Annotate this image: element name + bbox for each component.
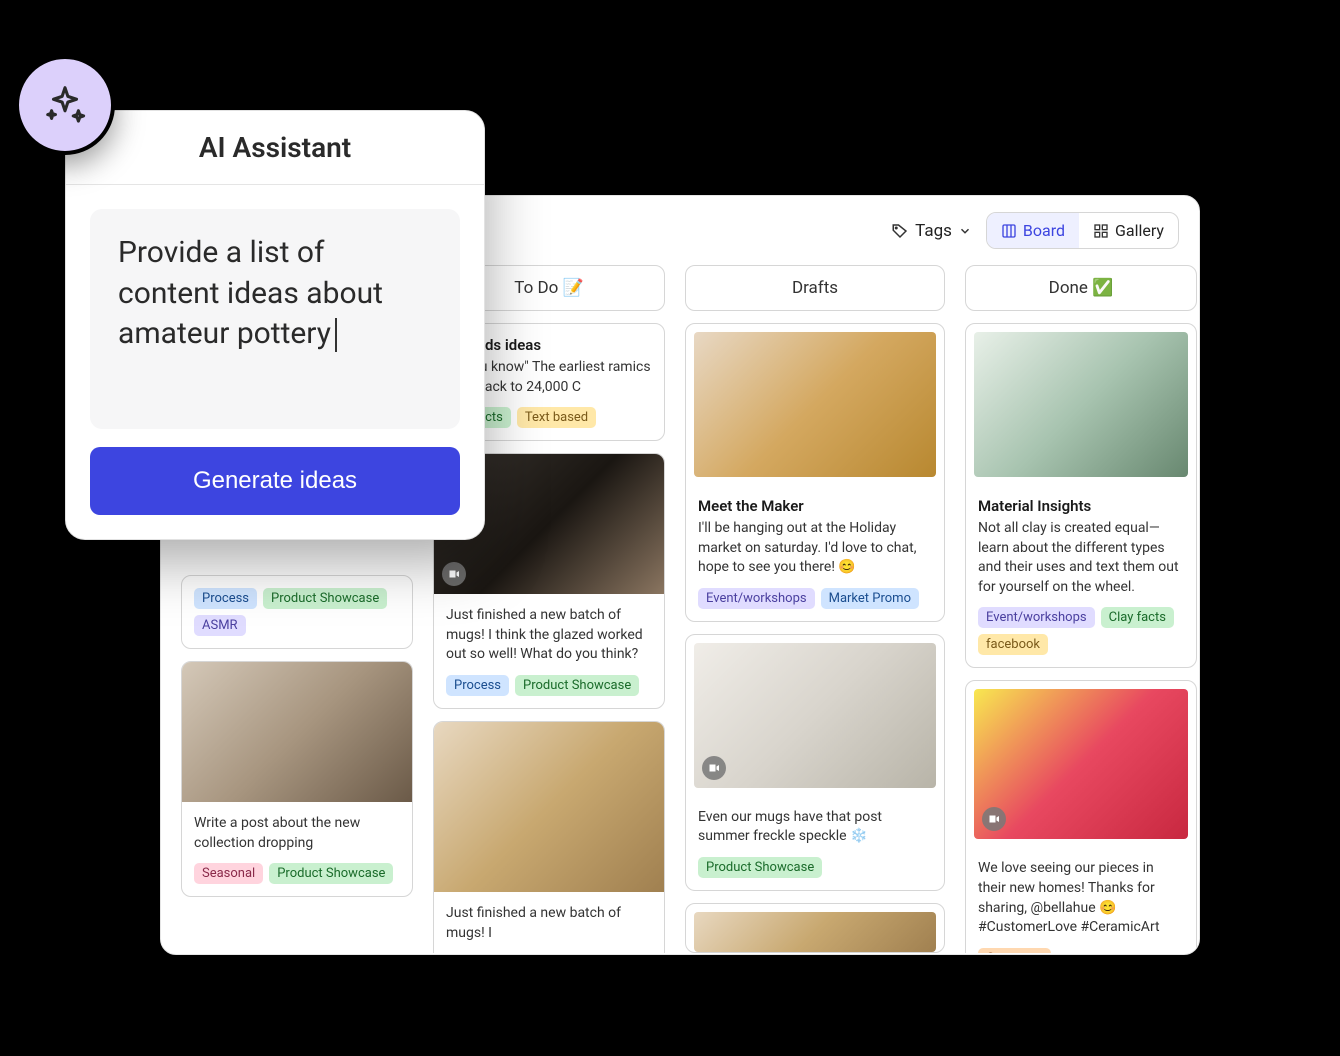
tag[interactable]: ASMR: [194, 615, 246, 636]
tags-row: Process Product Showcase ASMR: [194, 588, 400, 636]
card-text: Not all clay is created equal—learn abou…: [978, 519, 1184, 597]
sparkle-icon: [42, 82, 88, 128]
generate-ideas-button[interactable]: Generate ideas: [90, 447, 460, 515]
tag[interactable]: Event/workshops: [978, 607, 1095, 628]
card-text: Just finished a new batch of mugs! I: [446, 904, 652, 943]
tags-dropdown[interactable]: Tags: [891, 221, 972, 241]
card[interactable]: [685, 903, 945, 953]
tag-icon: [891, 222, 909, 240]
board-view-tab[interactable]: Board: [987, 213, 1079, 248]
video-icon: [982, 807, 1006, 831]
video-icon: [702, 756, 726, 780]
column-drafts: Drafts Meet the Maker I'll be hanging ou…: [685, 265, 945, 933]
card[interactable]: Write a post about the new collection dr…: [181, 661, 413, 897]
card[interactable]: Meet the Maker I'll be hanging out at th…: [685, 323, 945, 622]
tag[interactable]: Process: [194, 588, 257, 609]
card[interactable]: Even our mugs have that post summer frec…: [685, 634, 945, 891]
card-title: Material Insights: [978, 497, 1184, 515]
card-text: We love seeing our pieces in their new h…: [978, 859, 1184, 937]
gallery-view-tab[interactable]: Gallery: [1079, 213, 1178, 248]
card-text: Even our mugs have that post summer frec…: [698, 808, 932, 847]
card-text: Just finished a new batch of mugs! I thi…: [446, 606, 652, 665]
card-image: [694, 912, 936, 952]
ai-assistant-popup: AI Assistant Provide a list of content i…: [65, 110, 485, 540]
chevron-down-icon: [958, 224, 972, 238]
card-image: [974, 689, 1188, 839]
tag[interactable]: facebook: [978, 634, 1048, 655]
ai-prompt-input[interactable]: Provide a list of content ideas about am…: [90, 209, 460, 429]
card-image: [694, 332, 936, 477]
tag[interactable]: Event/workshops: [698, 588, 815, 609]
card-text: Write a post about the new collection dr…: [194, 814, 400, 853]
tag[interactable]: Product Showcase: [269, 863, 393, 884]
card[interactable]: Material Insights Not all clay is create…: [965, 323, 1197, 668]
text-cursor: [335, 318, 337, 352]
gallery-icon: [1093, 223, 1109, 239]
card-image: [434, 722, 664, 892]
tag[interactable]: Clay facts: [1101, 607, 1174, 628]
board-icon: [1001, 223, 1017, 239]
column-header-drafts[interactable]: Drafts: [685, 265, 945, 311]
tag[interactable]: Seasonal: [194, 863, 263, 884]
card-image: [182, 662, 412, 802]
ai-popup-title: AI Assistant: [90, 131, 460, 164]
tag[interactable]: Product Showcase: [515, 675, 639, 696]
tags-label: Tags: [915, 221, 952, 241]
card-title: Meet the Maker: [698, 497, 932, 515]
card-text: I'll be hanging out at the Holiday marke…: [698, 519, 932, 578]
card[interactable]: Just finished a new batch of mugs! I: [433, 721, 665, 953]
view-toggle: Board Gallery: [986, 212, 1179, 249]
column-done: Done ✅ Material Insights Not all clay is…: [965, 265, 1197, 933]
card-image: [974, 332, 1188, 477]
tag[interactable]: Product Showcase: [698, 857, 822, 878]
card[interactable]: Process Product Showcase ASMR: [181, 575, 413, 649]
tag[interactable]: Product Showcase: [263, 588, 387, 609]
ai-popup-header: AI Assistant: [66, 111, 484, 185]
column-header-done[interactable]: Done ✅: [965, 265, 1197, 311]
ai-sparkle-badge[interactable]: [15, 55, 115, 155]
video-icon: [442, 562, 466, 586]
tag[interactable]: Market Promo: [821, 588, 919, 609]
card[interactable]: We love seeing our pieces in their new h…: [965, 680, 1197, 953]
tag[interactable]: Customer: [978, 948, 1051, 953]
tag[interactable]: Text based: [517, 407, 596, 428]
card-image: [694, 643, 936, 788]
tag[interactable]: Process: [446, 675, 509, 696]
